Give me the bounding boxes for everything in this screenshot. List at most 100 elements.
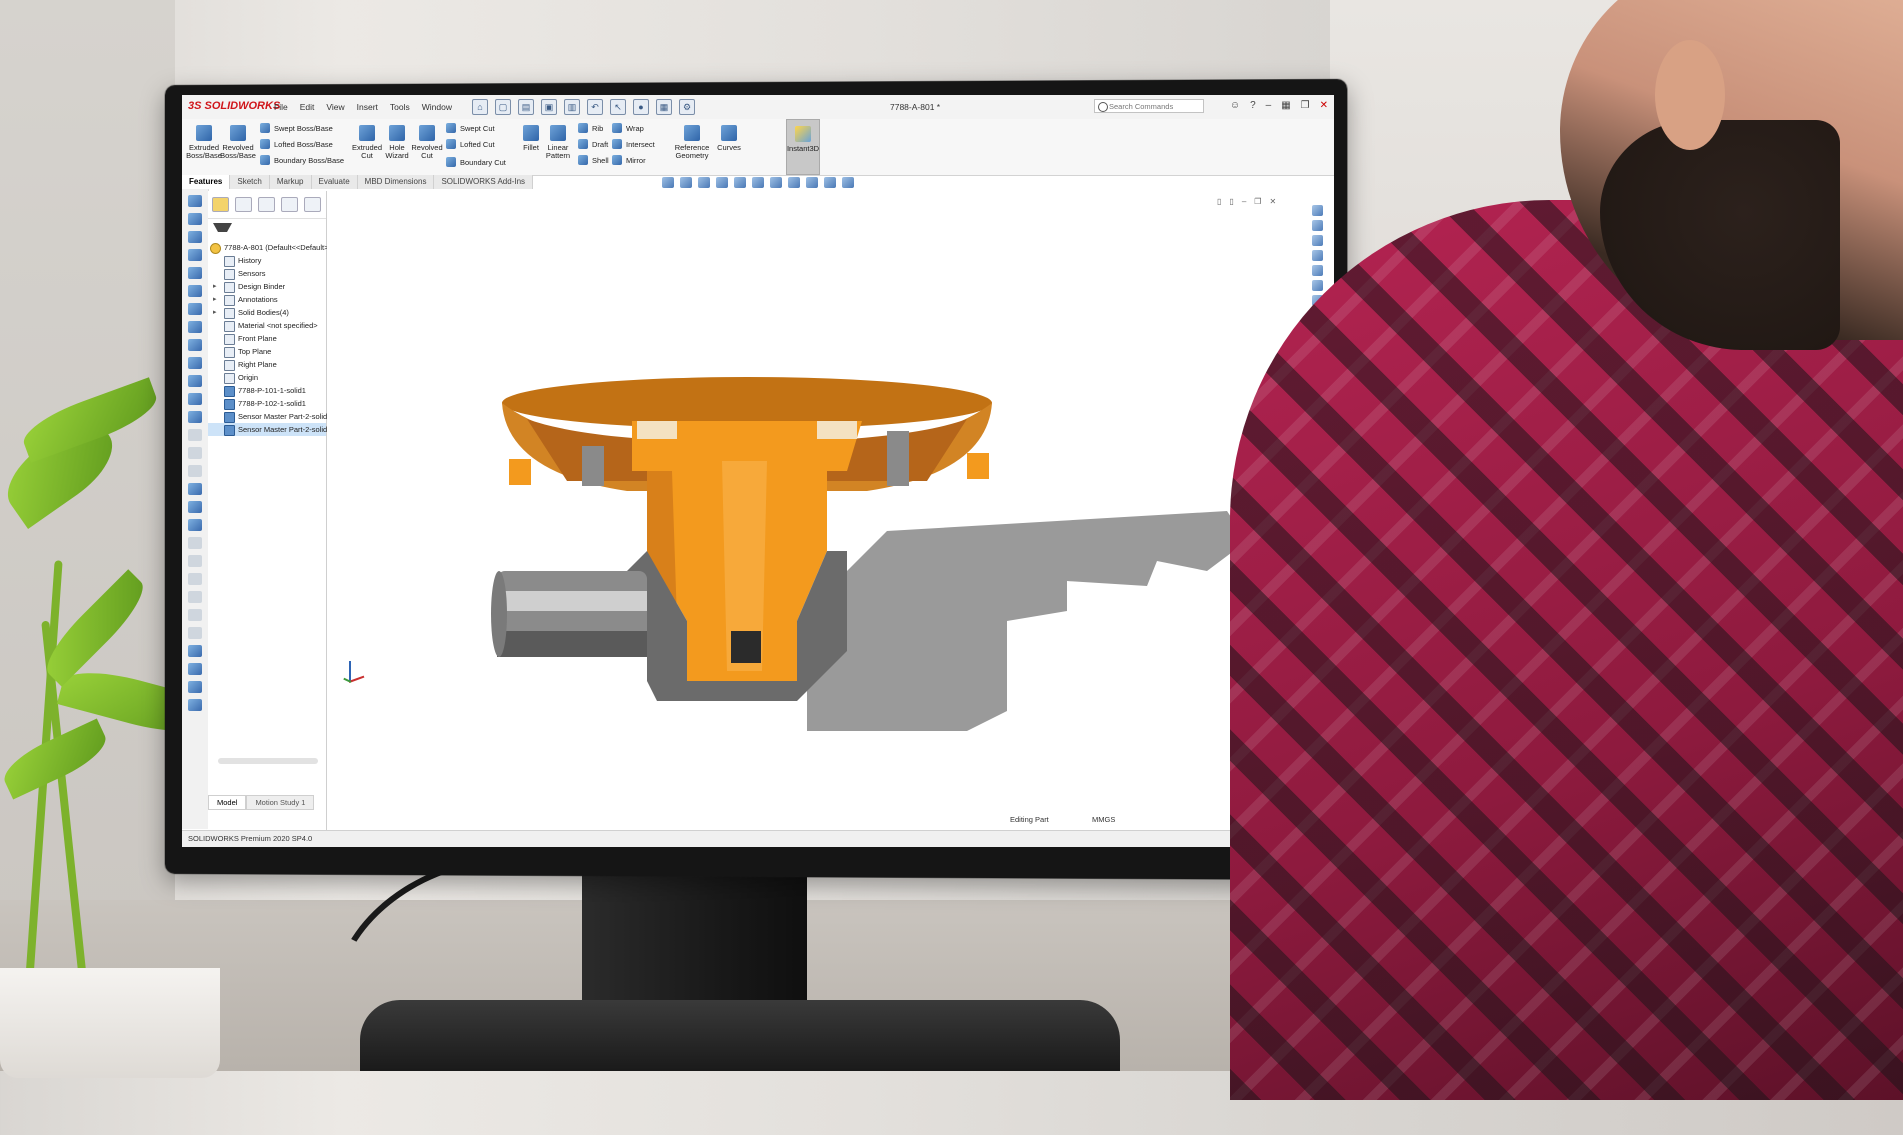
dynamic-annotation-icon[interactable] bbox=[734, 177, 746, 188]
extruded-boss-button[interactable]: Extruded Boss/Base bbox=[186, 125, 222, 160]
print-icon[interactable]: ▥ bbox=[564, 99, 580, 115]
feature-manager-tab-icon[interactable] bbox=[212, 197, 229, 212]
tree-item[interactable]: Right Plane bbox=[208, 358, 326, 371]
swept-cut-button[interactable]: Swept Cut bbox=[446, 123, 495, 133]
property-manager-tab-icon[interactable] bbox=[235, 197, 252, 212]
reference-geometry-button[interactable]: Reference Geometry bbox=[674, 125, 710, 160]
tool-icon[interactable] bbox=[188, 483, 202, 495]
filter-icon[interactable] bbox=[213, 223, 232, 241]
restore-icon[interactable]: ❐ bbox=[1301, 100, 1310, 111]
design-library-icon[interactable] bbox=[1312, 220, 1323, 231]
tab-markup[interactable]: Markup bbox=[269, 175, 312, 189]
tool-icon[interactable] bbox=[188, 591, 202, 603]
zoom-to-fit-icon[interactable] bbox=[662, 177, 674, 188]
section-view-icon[interactable] bbox=[716, 177, 728, 188]
search-commands-input[interactable]: Search Commands bbox=[1094, 99, 1204, 113]
tool-icon[interactable] bbox=[188, 519, 202, 531]
tool-icon[interactable] bbox=[188, 267, 202, 279]
view-palette-icon[interactable] bbox=[1312, 250, 1323, 261]
tool-icon[interactable] bbox=[188, 429, 202, 441]
tool-icon[interactable] bbox=[188, 627, 202, 639]
tree-item[interactable]: Material <not specified> bbox=[208, 319, 326, 332]
revolved-boss-button[interactable]: Revolved Boss/Base bbox=[220, 125, 256, 160]
shell-button[interactable]: Shell bbox=[578, 155, 609, 165]
appearances-icon[interactable] bbox=[1312, 265, 1323, 276]
tab-model[interactable]: Model bbox=[208, 795, 247, 810]
instant3d-button[interactable]: Instant3D bbox=[786, 119, 820, 175]
tool-icon[interactable] bbox=[188, 447, 202, 459]
tool-icon[interactable] bbox=[188, 645, 202, 657]
display-manager-tab-icon[interactable] bbox=[304, 197, 321, 212]
tool-icon[interactable] bbox=[188, 537, 202, 549]
display-style-icon[interactable] bbox=[770, 177, 782, 188]
boundary-cut-button[interactable]: Boundary Cut bbox=[446, 157, 506, 167]
tool-icon[interactable] bbox=[188, 573, 202, 585]
tool-icon[interactable] bbox=[188, 375, 202, 387]
expand-icon[interactable]: ▸ bbox=[213, 306, 217, 319]
tool-icon[interactable] bbox=[188, 285, 202, 297]
tool-icon[interactable] bbox=[188, 699, 202, 711]
intersect-button[interactable]: Intersect bbox=[612, 139, 655, 149]
zoom-to-area-icon[interactable] bbox=[680, 177, 692, 188]
tab-solidworks-addins[interactable]: SOLIDWORKS Add-Ins bbox=[434, 175, 534, 189]
tree-item[interactable]: Sensors bbox=[208, 267, 326, 280]
options-gear-icon[interactable]: ⚙ bbox=[679, 99, 695, 115]
tool-icon[interactable] bbox=[188, 357, 202, 369]
swept-boss-button[interactable]: Swept Boss/Base bbox=[260, 123, 333, 133]
help-icon[interactable]: ? bbox=[1250, 100, 1256, 111]
save-icon[interactable]: ▣ bbox=[541, 99, 557, 115]
tree-root-part[interactable]: 7788-A-801 (Default<<Default>_Displ bbox=[208, 241, 349, 254]
file-properties-icon[interactable]: ▦ bbox=[656, 99, 672, 115]
tool-icon[interactable] bbox=[188, 501, 202, 513]
view-settings-icon[interactable] bbox=[842, 177, 854, 188]
tab-sketch[interactable]: Sketch bbox=[230, 175, 270, 189]
tree-item-selected[interactable]: Sensor Master Part-2-solid2 bbox=[208, 423, 331, 436]
apply-scene-icon[interactable] bbox=[824, 177, 836, 188]
home-icon[interactable]: ⌂ bbox=[472, 99, 488, 115]
tree-item[interactable]: 7788-P-101-1-solid1 bbox=[208, 384, 326, 397]
tab-motion-study[interactable]: Motion Study 1 bbox=[246, 795, 315, 810]
menu-tools[interactable]: Tools bbox=[390, 102, 410, 112]
tab-features[interactable]: Features bbox=[182, 175, 231, 189]
lofted-cut-button[interactable]: Lofted Cut bbox=[446, 139, 495, 149]
tree-item[interactable]: History bbox=[208, 254, 326, 267]
units-selector[interactable]: MMGS bbox=[1092, 815, 1115, 824]
tool-icon[interactable] bbox=[188, 609, 202, 621]
tool-icon[interactable] bbox=[188, 465, 202, 477]
linear-pattern-button[interactable]: Linear Pattern bbox=[544, 125, 572, 160]
tool-icon[interactable] bbox=[188, 249, 202, 261]
rib-button[interactable]: Rib bbox=[578, 123, 603, 133]
menu-file[interactable]: File bbox=[274, 102, 288, 112]
curves-button[interactable]: Curves bbox=[716, 125, 742, 152]
tree-item[interactable]: Origin bbox=[208, 371, 326, 384]
tool-icon[interactable] bbox=[188, 411, 202, 423]
tree-item[interactable]: ▸ Annotations bbox=[208, 293, 326, 306]
tool-icon[interactable] bbox=[188, 195, 202, 207]
solidworks-resources-icon[interactable] bbox=[1312, 205, 1323, 216]
tool-icon[interactable] bbox=[188, 339, 202, 351]
open-folder-icon[interactable]: ▤ bbox=[518, 99, 534, 115]
menu-insert[interactable]: Insert bbox=[357, 102, 378, 112]
boundary-boss-button[interactable]: Boundary Boss/Base bbox=[260, 155, 344, 165]
tree-item[interactable]: Top Plane bbox=[208, 345, 326, 358]
dimxpert-manager-tab-icon[interactable] bbox=[281, 197, 298, 212]
tree-item[interactable]: Front Plane bbox=[208, 332, 326, 345]
tab-evaluate[interactable]: Evaluate bbox=[311, 175, 358, 189]
menu-window[interactable]: Window bbox=[422, 102, 452, 112]
tree-item[interactable]: ▸ Design Binder bbox=[208, 280, 326, 293]
tile-icon[interactable]: ▦ bbox=[1281, 100, 1290, 111]
undo-icon[interactable]: ↶ bbox=[587, 99, 603, 115]
wrap-button[interactable]: Wrap bbox=[612, 123, 644, 133]
menu-edit[interactable]: Edit bbox=[300, 102, 315, 112]
tool-icon[interactable] bbox=[188, 663, 202, 675]
rebuild-icon[interactable]: ● bbox=[633, 99, 649, 115]
tool-icon[interactable] bbox=[188, 393, 202, 405]
tool-icon[interactable] bbox=[188, 321, 202, 333]
configuration-manager-tab-icon[interactable] bbox=[258, 197, 275, 212]
custom-properties-icon[interactable] bbox=[1312, 280, 1323, 291]
hole-wizard-button[interactable]: Hole Wizard bbox=[384, 125, 410, 160]
graphics-area[interactable]: ▯ ▯ – ❐ ✕ bbox=[327, 191, 1312, 751]
tool-icon[interactable] bbox=[188, 681, 202, 693]
tree-item[interactable]: ▸ Solid Bodies(4) bbox=[208, 306, 326, 319]
tree-item[interactable]: 7788-P-102-1-solid1 bbox=[208, 397, 326, 410]
